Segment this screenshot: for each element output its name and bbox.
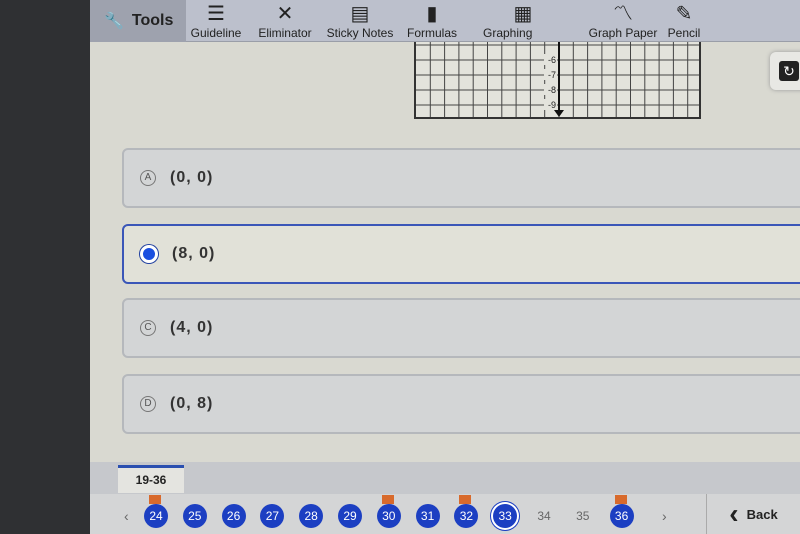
back-label: Back <box>746 506 778 522</box>
graph-line-icon: 〽 <box>613 3 633 25</box>
question-34-button[interactable]: 34 <box>532 504 556 528</box>
tool-sticky-notes[interactable]: ▤ Sticky Notes <box>320 2 400 40</box>
question-33-button[interactable]: 33 <box>493 504 518 528</box>
question-number: 27 <box>265 509 280 523</box>
y-tick-label: -8 <box>548 85 556 95</box>
flag-icon <box>459 495 472 504</box>
choice-value: (4, 0) <box>170 319 214 336</box>
question-number: 32 <box>459 509 474 523</box>
question-36-button[interactable]: 36 <box>609 495 634 528</box>
question-28-button[interactable]: 28 <box>299 504 324 528</box>
toolbar: 🔧 Tools ☰ Guideline ✕ Eliminator ▤ Sticky Note… <box>90 0 800 54</box>
question-number: 29 <box>343 509 357 523</box>
tool-label: Formulas <box>406 26 457 40</box>
question-number: 30 <box>382 509 396 523</box>
tool-label: Guideline <box>190 26 242 40</box>
y-tick-label: -9 <box>548 100 556 110</box>
next-page-button[interactable]: › <box>662 508 667 524</box>
question-35-button[interactable]: 35 <box>571 504 595 528</box>
question-27-button[interactable]: 27 <box>260 504 285 528</box>
answer-choice-a[interactable]: A (0, 0) <box>122 148 800 208</box>
tool-eliminator[interactable]: ✕ Eliminator <box>245 2 325 40</box>
range-tab[interactable]: 19-36 <box>118 465 184 493</box>
flag-icon <box>614 495 627 504</box>
books-icon: ▮ <box>426 3 438 25</box>
tools-button[interactable]: 🔧 Tools <box>90 0 186 42</box>
question-number: 31 <box>420 509 435 523</box>
calculator-icon: ▦ <box>513 3 533 25</box>
answer-choice-b[interactable]: (8, 0) <box>122 224 800 284</box>
pencil-icon: ✎ <box>675 3 693 25</box>
question-number: 36 <box>614 509 629 523</box>
undo-icon: ↻ <box>779 61 799 81</box>
tool-guideline[interactable]: ☰ Guideline <box>176 2 256 40</box>
question-32-button[interactable]: 32 <box>454 495 479 528</box>
question-24-button[interactable]: 24 <box>144 495 168 528</box>
question-number: 26 <box>226 509 241 523</box>
question-26-button[interactable]: 26 <box>221 504 246 528</box>
flag-icon <box>149 495 161 504</box>
answer-choice-d[interactable]: D (0, 8) <box>122 374 800 434</box>
test-screen: 🔧 Tools ☰ Guideline ✕ Eliminator ▤ Sticky Note… <box>90 0 800 534</box>
y-axis-arrow <box>554 110 564 117</box>
question-number: 28 <box>304 509 318 523</box>
wrench-icon: 🔧 <box>104 13 124 30</box>
chevron-left-icon: ‹ <box>729 498 739 529</box>
question-number: 25 <box>188 509 202 523</box>
question-navigator: 19-36 ‹ › ‹ Back 24 25 26 27 28 29 30 31 32 33 34 35… <box>90 462 800 534</box>
x-icon: ✕ <box>276 3 294 25</box>
reset-button[interactable]: ↻ <box>770 52 800 90</box>
tool-label: Pencil <box>667 26 701 40</box>
choice-value: (8, 0) <box>172 245 216 262</box>
question-number: 33 <box>498 509 512 523</box>
question-number: 24 <box>149 509 163 523</box>
question-30-button[interactable]: 30 <box>376 495 401 528</box>
question-number: 34 <box>537 509 551 523</box>
radio-selected-icon[interactable] <box>140 245 158 263</box>
choice-letter[interactable]: A <box>140 170 156 186</box>
tool-label: Eliminator <box>258 26 312 40</box>
choice-value: (0, 0) <box>170 169 214 186</box>
question-number: 35 <box>576 509 590 523</box>
note-icon: ▤ <box>350 3 370 25</box>
tool-formulas[interactable]: ▮ Formulas <box>392 2 472 40</box>
tool-label: Sticky Notes <box>326 26 394 40</box>
guideline-icon: ☰ <box>207 3 225 25</box>
tools-label: Tools <box>131 12 174 29</box>
question-31-button[interactable]: 31 <box>415 504 440 528</box>
choice-letter[interactable]: D <box>140 396 156 412</box>
y-tick-label: -7 <box>548 70 556 80</box>
tool-pencil[interactable]: ✎ Pencil <box>644 2 724 40</box>
prev-page-button[interactable]: ‹ <box>124 508 129 524</box>
back-button[interactable]: ‹ Back <box>706 494 800 534</box>
answer-choice-c[interactable]: C (4, 0) <box>122 298 800 358</box>
question-25-button[interactable]: 25 <box>182 504 207 528</box>
choice-value: (0, 8) <box>170 395 214 412</box>
flag-icon <box>381 495 394 504</box>
y-tick-label: -6 <box>548 55 556 65</box>
question-29-button[interactable]: 29 <box>338 504 362 528</box>
choice-letter[interactable]: C <box>140 320 156 336</box>
coordinate-grid: -6 -7 -8 -9 <box>414 42 701 119</box>
